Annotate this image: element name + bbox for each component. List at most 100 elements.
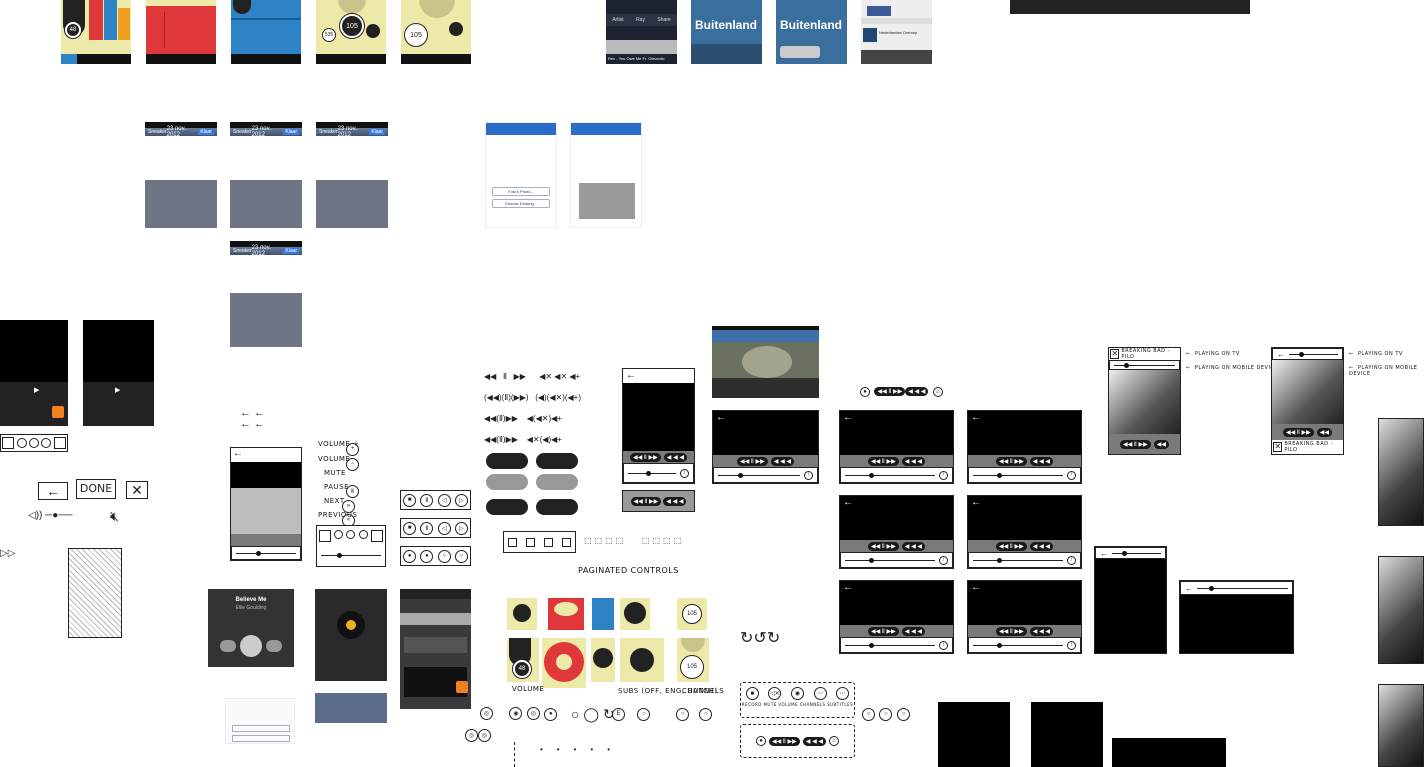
media-key-grid: ◀◀ Ⅱ ▶▶ ◀✕ ◀✕ ◀+ (◀◀)(Ⅱ)(▶▶) (◀)(◀✕)(◀+)…	[484, 372, 582, 444]
lockscreen-thumb	[315, 693, 387, 723]
sketch-remote-screen: ←	[230, 447, 302, 561]
black-screen-2	[1031, 702, 1103, 767]
volume-dial-bottom[interactable]: 48	[513, 660, 531, 678]
ios-date-screen-1: Sneaker 23 nov. 2012 Klaar	[145, 122, 217, 228]
video-player-1: ▶	[0, 320, 68, 426]
mute-icon: 🔇︎	[110, 508, 119, 524]
pill-volume-dark-2[interactable]	[536, 499, 578, 515]
arrow-icons: ← ← ← ←	[240, 407, 266, 430]
phone-player-tall: ← ◀◀ Ⅱ ▶▶ ◀ ◀ ◀ ↑	[622, 368, 695, 484]
video-player-2: ▶	[83, 320, 154, 426]
label-paginated-controls: PAGINATED CONTROLS	[578, 566, 679, 575]
label-channels: CHANNELS	[682, 687, 725, 695]
play-pause-button[interactable]	[240, 635, 262, 657]
artist-name: Ellie Goulding	[235, 605, 267, 611]
sketch-pager-box	[316, 525, 386, 567]
player-thumb-2: Buitenland	[691, 0, 762, 64]
label-playing-on-mobile: ← PLAYING ON MOBILE DEVICE	[1186, 365, 1279, 371]
video-landscape-7: ← ◀◀ Ⅱ ▶▶ ◀ ◀ ◀ ↑	[967, 580, 1082, 654]
pill-pause-dark-1[interactable]	[486, 453, 528, 469]
back-icon[interactable]: ←	[623, 369, 639, 382]
sketch-back-button[interactable]: ←	[38, 482, 68, 500]
play-icon[interactable]: ▶	[115, 386, 120, 394]
control-pill-row: ● ◀◀ Ⅱ ▶▶ ◀ ◀ ◀ ⌂	[860, 380, 943, 398]
dial-card-3	[592, 598, 614, 630]
back-icon[interactable]: ←	[233, 448, 243, 459]
sketch-round-btns-4: ○ ○	[676, 702, 713, 721]
channel-dial-big[interactable]: 105	[405, 24, 427, 46]
sketch-round-btns-5: ○ ○ ○	[862, 702, 910, 721]
sketch-pagination	[0, 434, 68, 452]
now-playing-tv-screen: ✕ BREAKING BAD - PILO ◀◀ Ⅱ ▶▶ ◀◀	[1108, 347, 1181, 455]
control-row-3: ● ● ○ ○	[400, 546, 471, 566]
ios-date-screen-2: Sneaker 23 nov. 2012 Klaar	[230, 122, 302, 228]
play-icon[interactable]: ▶	[34, 386, 39, 394]
label-playing-on-tv: ← PLAYING ON TV	[1186, 351, 1240, 357]
sketch-done-button[interactable]: DONE	[76, 479, 116, 499]
video-landscape-5: ← ◀◀ Ⅱ ▶▶ ◀ ◀ ◀ ↑	[967, 495, 1082, 569]
phone-controls-strip: ◀◀ Ⅱ ▶▶ ◀ ◀ ◀	[622, 490, 695, 512]
dpad-remote	[315, 589, 387, 681]
dark-image-strip	[1010, 0, 1250, 14]
label-volume: VOLUME	[512, 685, 545, 693]
label-playing-on-tv-2: ← PLAYING ON TV	[1349, 351, 1403, 357]
sketch-round-btns-3: E ○	[612, 702, 651, 721]
edge-phone-2	[1378, 556, 1424, 664]
control-row-1: ■ Ⅱ ◁ ▷	[400, 490, 471, 510]
sketch-volume-slider[interactable]: ◁)) ─●──	[28, 510, 92, 524]
remote-card-1: 48	[61, 0, 131, 64]
pager-sketch	[503, 531, 576, 553]
add-photo-button[interactable]: Foto's Photo...	[492, 187, 550, 196]
video-landscape-2: ← ◀◀ Ⅱ ▶▶ ◀ ◀ ◀ ↑	[839, 410, 954, 484]
volume-down-icon[interactable]: −	[346, 457, 359, 471]
remote-card-4: 105 535	[316, 0, 386, 64]
volume-card: 48	[507, 638, 539, 682]
dial-card-4	[620, 598, 650, 630]
edge-phone-1	[1378, 418, 1424, 526]
now-playing-mobile-screen: ← ◀◀ Ⅱ ▶▶ ◀◀ ✕ BREAKING BAD - PILO	[1271, 347, 1344, 455]
edge-phone-3	[1378, 684, 1424, 767]
dpad-ok-button[interactable]	[346, 620, 356, 630]
remote-card-5: 105	[401, 0, 471, 64]
dial-card-5: 105	[677, 598, 707, 630]
loading-icons: ○ ◯ ↻	[571, 706, 615, 722]
label-mute: MUTE	[324, 469, 346, 477]
pill-volume-dark-1[interactable]	[536, 453, 578, 469]
next-icon: ▷▷	[0, 548, 16, 559]
sketch-close-button[interactable]: ✕	[126, 481, 148, 499]
player-thumb-3: Buitenland	[776, 0, 847, 64]
video-landscape-4: ← ◀◀ Ⅱ ▶▶ ◀ ◀ ◀ ↑	[839, 495, 954, 569]
channel-dial[interactable]: 105	[340, 14, 364, 38]
pill-pause-dark-2[interactable]	[486, 499, 528, 515]
back-icon[interactable]: ←	[713, 411, 818, 424]
sketch-round-btns-2: ◎ ◎	[465, 724, 491, 742]
video-landscape-1: ← ◀◀ Ⅱ ▶▶ ◀ ◀ ◀ ↑	[712, 410, 819, 484]
channels-card: 105	[677, 638, 709, 682]
photo-player	[712, 326, 819, 398]
pill-pause-grey[interactable]	[486, 474, 528, 490]
video-landscape-6: ← ◀◀ Ⅱ ▶▶ ◀ ◀ ◀ ↑	[839, 580, 954, 654]
sketch-round-btns: ◎ ◉ ◎ ●	[480, 702, 558, 721]
song-title: Believe Me	[235, 597, 267, 603]
video-landscape-3: ← ◀◀ Ⅱ ▶▶ ◀ ◀ ◀ ↑	[967, 410, 1082, 484]
remote-card-2	[146, 0, 216, 64]
dot-row: •••••	[540, 745, 625, 754]
dial-card-6	[591, 638, 615, 682]
ios-date-screen-3: Sneaker 23 nov. 2012 Klaar	[316, 122, 388, 228]
channels-dial-bottom[interactable]: 105	[681, 656, 703, 678]
pill-volume-grey[interactable]	[536, 474, 578, 490]
dial-card-2	[548, 598, 584, 630]
dashed-control-box-2: ● ◀◀ Ⅱ ▶▶ ◀ ◀ ◀ ⌂	[740, 724, 855, 758]
dashed-control-box-1: ■ ◁✕ ◉ ⋯ ⋯ RECORD MUTE VOLUME CHANNELS SUBTITLES	[740, 682, 855, 718]
ios-date-screen-4: Sneaker 23 nov. 2012 Klaar	[230, 241, 302, 347]
share-screen-1: Foto's Photo... Choose Existing...	[485, 122, 557, 228]
volume-dial[interactable]: 48	[65, 22, 81, 38]
phone-portrait-black: ←	[1094, 546, 1167, 654]
dial-card-1	[507, 598, 537, 630]
grey-remote	[400, 589, 471, 709]
music-player: Believe Me Ellie Goulding	[208, 589, 294, 667]
black-screen-1	[938, 702, 1010, 767]
remote-card-3	[231, 0, 301, 64]
choose-existing-button[interactable]: Choose Existing...	[492, 199, 550, 208]
black-screen-3	[1112, 738, 1226, 767]
